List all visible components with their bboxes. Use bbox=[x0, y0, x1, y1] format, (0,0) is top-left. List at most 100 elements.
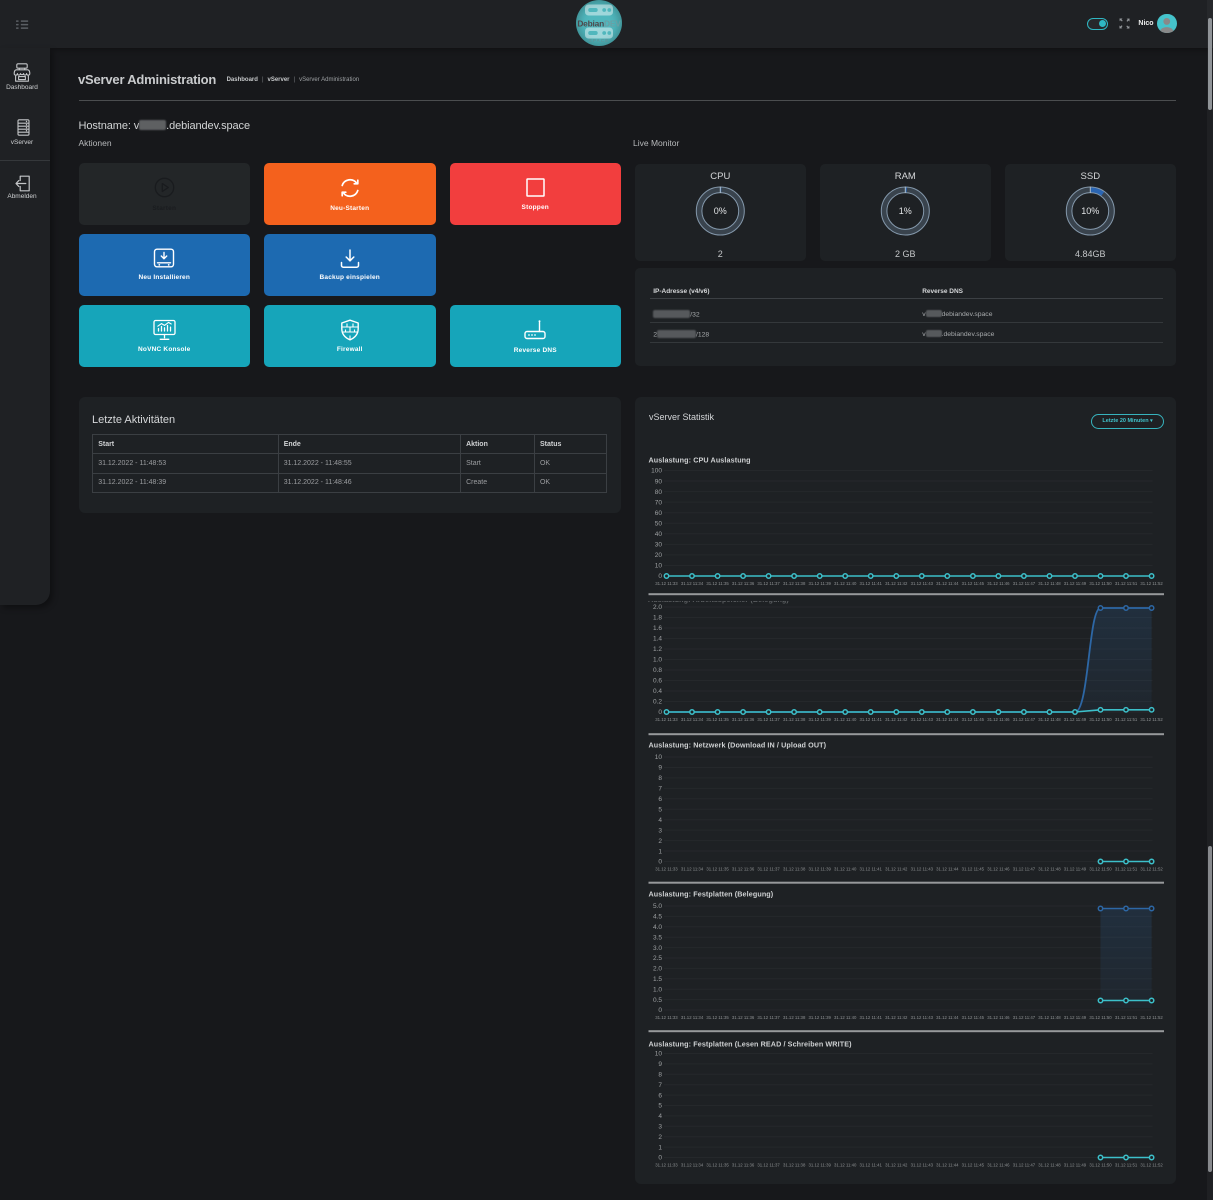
svg-text:31.12 11:34: 31.12 11:34 bbox=[681, 581, 704, 586]
svg-text:31.12 11:50: 31.12 11:50 bbox=[1089, 1015, 1112, 1020]
svg-text:31.12 11:35: 31.12 11:35 bbox=[706, 1162, 729, 1167]
svg-text:31.12 11:36: 31.12 11:36 bbox=[732, 866, 755, 871]
svg-text:31.12 11:52: 31.12 11:52 bbox=[1140, 1162, 1163, 1167]
svg-text:31.12 11:37: 31.12 11:37 bbox=[757, 1015, 780, 1020]
svg-text:31.12 11:43: 31.12 11:43 bbox=[911, 717, 934, 722]
svg-text:31.12 11:36: 31.12 11:36 bbox=[732, 1015, 755, 1020]
svg-text:4: 4 bbox=[658, 1113, 662, 1120]
svg-text:31.12 11:47: 31.12 11:47 bbox=[1013, 717, 1036, 722]
svg-text:7: 7 bbox=[658, 786, 662, 793]
svg-text:3.5: 3.5 bbox=[653, 934, 662, 941]
svg-text:31.12 11:41: 31.12 11:41 bbox=[860, 581, 883, 586]
svg-text:5.0: 5.0 bbox=[653, 903, 662, 910]
svg-text:31.12 11:39: 31.12 11:39 bbox=[808, 866, 831, 871]
svg-text:31.12 11:38: 31.12 11:38 bbox=[783, 581, 806, 586]
svg-text:31.12 11:46: 31.12 11:46 bbox=[987, 717, 1010, 722]
svg-text:Auslastung: CPU Auslastung: Auslastung: CPU Auslastung bbox=[649, 456, 751, 465]
svg-text:31.12 11:37: 31.12 11:37 bbox=[757, 717, 780, 722]
svg-text:31.12 11:40: 31.12 11:40 bbox=[834, 1015, 857, 1020]
svg-text:31.12 11:52: 31.12 11:52 bbox=[1140, 717, 1163, 722]
svg-text:31.12 11:51: 31.12 11:51 bbox=[1115, 581, 1138, 586]
svg-text:31.12 11:48: 31.12 11:48 bbox=[1038, 581, 1061, 586]
svg-text:31.12 11:34: 31.12 11:34 bbox=[681, 717, 704, 722]
svg-text:31.12 11:35: 31.12 11:35 bbox=[706, 581, 729, 586]
svg-text:30: 30 bbox=[655, 542, 663, 549]
svg-text:31.12 11:49: 31.12 11:49 bbox=[1064, 581, 1087, 586]
svg-text:31.12 11:41: 31.12 11:41 bbox=[860, 717, 883, 722]
svg-text:10: 10 bbox=[655, 1051, 663, 1058]
svg-text:31.12 11:41: 31.12 11:41 bbox=[860, 1162, 883, 1167]
svg-text:1.0: 1.0 bbox=[653, 657, 662, 664]
svg-text:3: 3 bbox=[658, 1124, 662, 1131]
svg-text:31.12 11:36: 31.12 11:36 bbox=[732, 581, 755, 586]
svg-text:31.12 11:33: 31.12 11:33 bbox=[655, 1015, 678, 1020]
svg-text:100: 100 bbox=[651, 468, 662, 475]
svg-text:0.5: 0.5 bbox=[653, 997, 662, 1004]
svg-text:31.12 11:49: 31.12 11:49 bbox=[1064, 1015, 1087, 1020]
svg-text:31.12 11:46: 31.12 11:46 bbox=[987, 581, 1010, 586]
svg-text:31.12 11:49: 31.12 11:49 bbox=[1064, 866, 1087, 871]
svg-text:4.0: 4.0 bbox=[653, 924, 662, 931]
svg-text:1: 1 bbox=[658, 1144, 662, 1151]
svg-text:31.12 11:51: 31.12 11:51 bbox=[1115, 717, 1138, 722]
svg-text:31.12 11:52: 31.12 11:52 bbox=[1140, 581, 1163, 586]
svg-text:6: 6 bbox=[658, 796, 662, 803]
svg-text:31.12 11:44: 31.12 11:44 bbox=[936, 717, 959, 722]
svg-text:1.4: 1.4 bbox=[653, 636, 662, 643]
svg-text:31.12 11:51: 31.12 11:51 bbox=[1115, 866, 1138, 871]
svg-text:50: 50 bbox=[655, 520, 663, 527]
svg-text:31.12 11:42: 31.12 11:42 bbox=[885, 581, 908, 586]
svg-text:Auslastung: Netzwerk (Download: Auslastung: Netzwerk (Download IN / Uplo… bbox=[649, 741, 827, 750]
svg-text:1.8: 1.8 bbox=[653, 615, 662, 622]
svg-text:31.12 11:44: 31.12 11:44 bbox=[936, 866, 959, 871]
svg-text:31.12 11:48: 31.12 11:48 bbox=[1038, 866, 1061, 871]
svg-text:31.12 11:42: 31.12 11:42 bbox=[885, 717, 908, 722]
svg-text:31.12 11:43: 31.12 11:43 bbox=[911, 866, 934, 871]
svg-text:31.12 11:45: 31.12 11:45 bbox=[962, 866, 985, 871]
svg-text:31.12 11:48: 31.12 11:48 bbox=[1038, 1162, 1061, 1167]
svg-text:6: 6 bbox=[658, 1092, 662, 1099]
svg-text:31.12 11:38: 31.12 11:38 bbox=[783, 866, 806, 871]
svg-text:31.12 11:38: 31.12 11:38 bbox=[783, 717, 806, 722]
svg-text:31.12 11:39: 31.12 11:39 bbox=[808, 581, 831, 586]
svg-text:4: 4 bbox=[658, 817, 662, 824]
svg-text:31.12 11:52: 31.12 11:52 bbox=[1140, 1015, 1163, 1020]
svg-text:20: 20 bbox=[655, 552, 663, 559]
svg-text:31.12 11:48: 31.12 11:48 bbox=[1038, 717, 1061, 722]
svg-text:3: 3 bbox=[658, 827, 662, 834]
svg-text:31.12 11:50: 31.12 11:50 bbox=[1089, 866, 1112, 871]
svg-text:31.12 11:40: 31.12 11:40 bbox=[834, 1162, 857, 1167]
svg-text:31.12 11:35: 31.12 11:35 bbox=[706, 866, 729, 871]
svg-text:31.12 11:45: 31.12 11:45 bbox=[962, 1162, 985, 1167]
svg-text:31.12 11:42: 31.12 11:42 bbox=[885, 1015, 908, 1020]
svg-text:1.5: 1.5 bbox=[653, 976, 662, 983]
svg-text:0: 0 bbox=[658, 859, 662, 866]
svg-text:31.12 11:50: 31.12 11:50 bbox=[1089, 581, 1112, 586]
svg-text:31.12 11:43: 31.12 11:43 bbox=[911, 1015, 934, 1020]
svg-text:90: 90 bbox=[655, 478, 663, 485]
svg-text:5: 5 bbox=[658, 1103, 662, 1110]
svg-text:60: 60 bbox=[655, 510, 663, 517]
svg-text:31.12 11:47: 31.12 11:47 bbox=[1013, 581, 1036, 586]
svg-text:2.0: 2.0 bbox=[653, 966, 662, 973]
svg-text:1.2: 1.2 bbox=[653, 646, 662, 653]
svg-text:1.0: 1.0 bbox=[653, 986, 662, 993]
svg-text:31.12 11:47: 31.12 11:47 bbox=[1013, 1162, 1036, 1167]
svg-text:31.12 11:39: 31.12 11:39 bbox=[808, 717, 831, 722]
svg-text:70: 70 bbox=[655, 499, 663, 506]
svg-text:31.12 11:46: 31.12 11:46 bbox=[987, 1162, 1010, 1167]
svg-text:31.12 11:39: 31.12 11:39 bbox=[808, 1162, 831, 1167]
svg-text:31.12 11:39: 31.12 11:39 bbox=[808, 1015, 831, 1020]
svg-text:0: 0 bbox=[658, 1155, 662, 1162]
svg-text:31.12 11:45: 31.12 11:45 bbox=[962, 581, 985, 586]
svg-text:31.12 11:51: 31.12 11:51 bbox=[1115, 1162, 1138, 1167]
svg-text:3.0: 3.0 bbox=[653, 945, 662, 952]
svg-text:31.12 11:37: 31.12 11:37 bbox=[757, 581, 780, 586]
svg-text:31.12 11:33: 31.12 11:33 bbox=[655, 1162, 678, 1167]
svg-text:31.12 11:35: 31.12 11:35 bbox=[706, 717, 729, 722]
svg-text:31.12 11:33: 31.12 11:33 bbox=[655, 866, 678, 871]
svg-text:31.12 11:35: 31.12 11:35 bbox=[706, 1015, 729, 1020]
svg-text:0.4: 0.4 bbox=[653, 688, 662, 695]
svg-text:31.12 11:34: 31.12 11:34 bbox=[681, 866, 704, 871]
svg-text:2.0: 2.0 bbox=[653, 604, 662, 611]
